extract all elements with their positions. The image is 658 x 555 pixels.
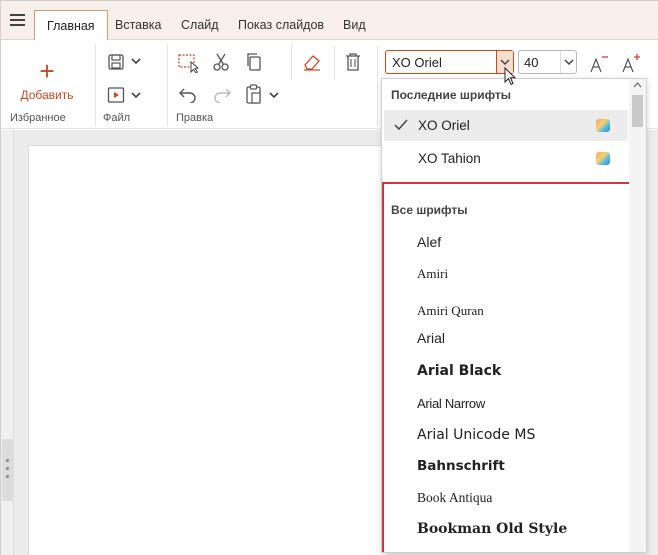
chevron-down-icon	[564, 59, 574, 66]
export-video-icon[interactable]	[107, 86, 125, 104]
divider	[95, 44, 96, 126]
undo-icon[interactable]	[178, 85, 198, 103]
dropdown-scrollbar[interactable]	[629, 79, 646, 552]
font-item[interactable]: Bookman Old Style	[417, 521, 567, 537]
tab-slideshow[interactable]: Показ слайдов	[226, 10, 336, 41]
recent-font-name: XO Tahion	[418, 151, 481, 166]
font-item[interactable]: Amiri	[417, 266, 448, 282]
font-size-value: 40	[524, 55, 539, 70]
font-item[interactable]: Arial Narrow	[417, 396, 485, 411]
tab-home[interactable]: Главная	[34, 10, 108, 41]
font-item[interactable]: Amiri Quran	[417, 303, 484, 319]
tab-bar: Главная Вставка Слайд Показ слайдов Вид	[1, 1, 658, 41]
all-fonts-header: Все шрифты	[391, 203, 468, 217]
recent-font-name: XO Oriel	[418, 118, 470, 133]
decrease-font-icon[interactable]	[589, 53, 609, 73]
chevron-down-icon[interactable]	[269, 91, 279, 99]
font-dropdown-list: Последние шрифты XO Oriel XO Tahion Все …	[381, 78, 647, 553]
slide-canvas[interactable]	[28, 145, 388, 555]
panel-resize-handle[interactable]	[2, 439, 13, 501]
divider	[334, 44, 335, 80]
font-name-value: XO Oriel	[392, 55, 442, 70]
select-icon[interactable]	[178, 53, 200, 73]
plus-icon: +	[39, 56, 55, 86]
group-label-favorites: Избранное	[10, 112, 66, 124]
cut-icon[interactable]	[212, 52, 230, 72]
font-item[interactable]: Arial Black	[417, 363, 501, 379]
divider	[291, 44, 292, 80]
menu-icon[interactable]	[10, 14, 25, 27]
add-label: Добавить	[20, 88, 74, 102]
increase-font-icon[interactable]	[621, 52, 641, 73]
tab-insert[interactable]: Вставка	[103, 10, 173, 41]
left-panel	[1, 130, 14, 555]
scrollbar-thumb[interactable]	[632, 95, 643, 127]
group-label-edit: Правка	[176, 112, 214, 124]
recent-font-item[interactable]: XO Tahion	[384, 143, 628, 174]
font-item[interactable]: Bahnschrift	[417, 458, 505, 474]
font-item[interactable]: Book Antiqua	[417, 490, 492, 506]
redo-icon[interactable]	[212, 85, 232, 103]
chevron-down-icon[interactable]	[131, 91, 141, 99]
font-size-dropdown-button[interactable]	[560, 51, 576, 73]
font-item[interactable]: Arial Unicode MS	[417, 427, 535, 443]
chevron-down-icon[interactable]	[131, 57, 141, 65]
font-size-combobox[interactable]: 40	[518, 50, 577, 74]
copy-icon[interactable]	[245, 52, 263, 72]
tab-view[interactable]: Вид	[331, 10, 378, 41]
cloud-font-icon	[596, 119, 610, 132]
font-item[interactable]: Alef	[417, 234, 441, 250]
recent-font-item[interactable]: XO Oriel	[384, 110, 628, 141]
group-label-file: Файл	[103, 112, 131, 124]
divider	[167, 44, 168, 126]
check-icon	[394, 119, 408, 131]
add-button[interactable]: + Добавить	[15, 58, 79, 106]
paste-icon[interactable]	[245, 84, 263, 104]
save-icon[interactable]	[107, 53, 125, 71]
font-item[interactable]: Arial	[417, 330, 445, 346]
delete-icon[interactable]	[344, 52, 362, 72]
font-name-combobox[interactable]: XO Oriel	[385, 50, 514, 74]
mouse-cursor-icon	[504, 67, 517, 86]
divider	[377, 44, 378, 126]
chevron-down-icon	[500, 59, 510, 66]
eraser-icon[interactable]	[302, 52, 322, 72]
scroll-up-icon[interactable]	[633, 82, 642, 88]
recent-fonts-header: Последние шрифты	[391, 88, 512, 102]
cloud-font-icon	[596, 152, 610, 165]
tab-slide[interactable]: Слайд	[169, 10, 231, 41]
app-window: Главная Вставка Слайд Показ слайдов Вид …	[0, 0, 658, 555]
